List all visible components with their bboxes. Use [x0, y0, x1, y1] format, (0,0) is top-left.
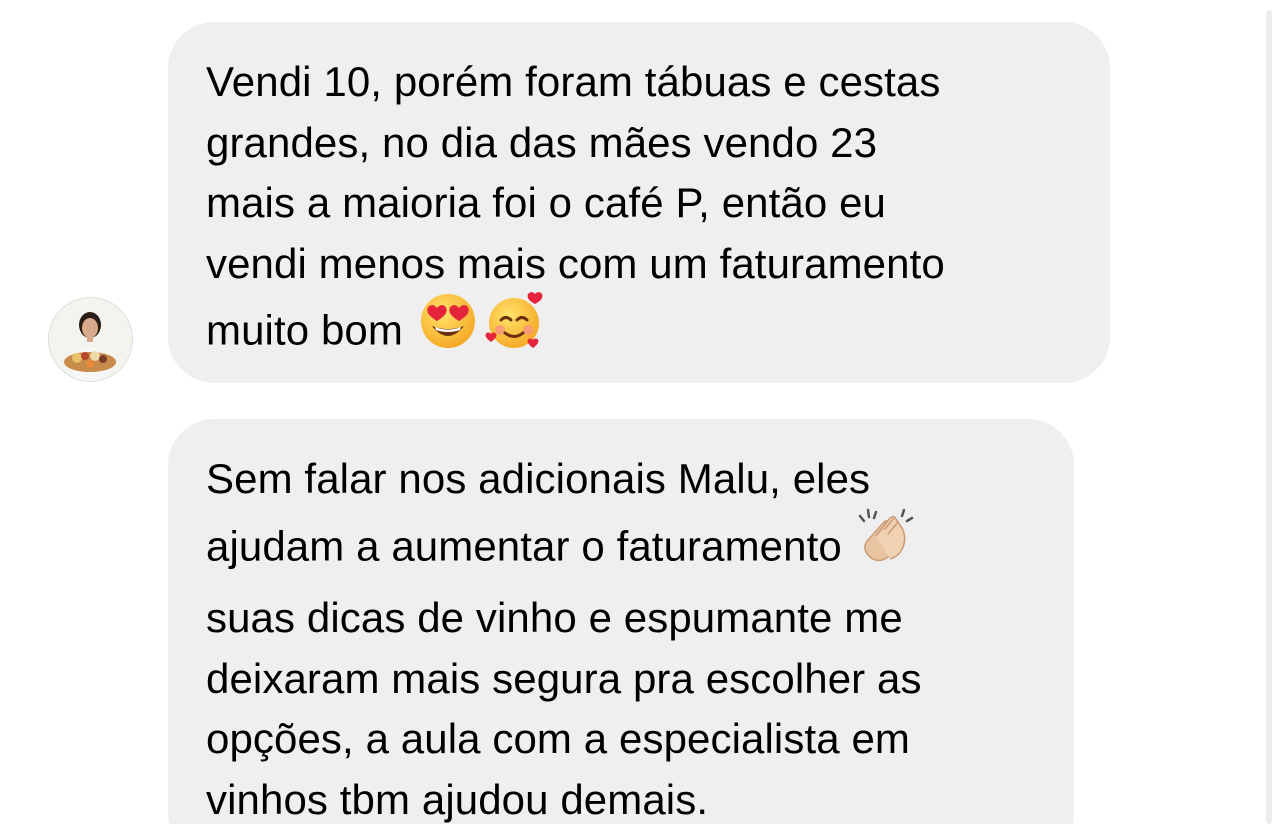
- message-line-text: muito bom: [206, 306, 403, 354]
- message-line: deixaram mais segura pra escolher as: [206, 654, 922, 702]
- message-line: vendi menos mais com um faturamento: [206, 239, 945, 287]
- message-line: suas dicas de vinho e espumante me: [206, 594, 903, 641]
- avatar-photo-icon: [49, 298, 132, 381]
- heart-eyes-emoji-icon: [419, 292, 477, 367]
- smiling-face-with-hearts-emoji-icon: [483, 290, 545, 369]
- message-line: vinhos tbm ajudou demais.: [206, 775, 709, 823]
- scrollbar[interactable]: [1266, 10, 1272, 824]
- message-line: Vendi 10, porém foram tábuas e cestas: [206, 58, 941, 105]
- chat-thread: Vendi 10, porém foram tábuas e cestas gr…: [0, 0, 1284, 824]
- message-bubble[interactable]: Sem falar nos adicionais Malu, eles ajud…: [168, 419, 1074, 824]
- message-line: grandes, no dia das mães vendo 23: [206, 118, 878, 166]
- message-line: mais a maioria foi o café P, então eu: [206, 179, 886, 226]
- message-line: opções, a aula com a especialista em: [206, 715, 910, 762]
- message-line-text: ajudam a aumentar o faturamento: [206, 521, 842, 569]
- message-line-last: muito bom: [206, 292, 1072, 373]
- message-bubble[interactable]: Vendi 10, porém foram tábuas e cestas gr…: [168, 22, 1110, 383]
- sender-avatar[interactable]: [49, 298, 132, 381]
- clapping-hands-emoji-icon: [854, 506, 916, 585]
- message-line-with-emoji: ajudam a aumentar o faturamento: [206, 508, 1036, 589]
- message-line: Sem falar nos adicionais Malu, eles: [206, 455, 871, 502]
